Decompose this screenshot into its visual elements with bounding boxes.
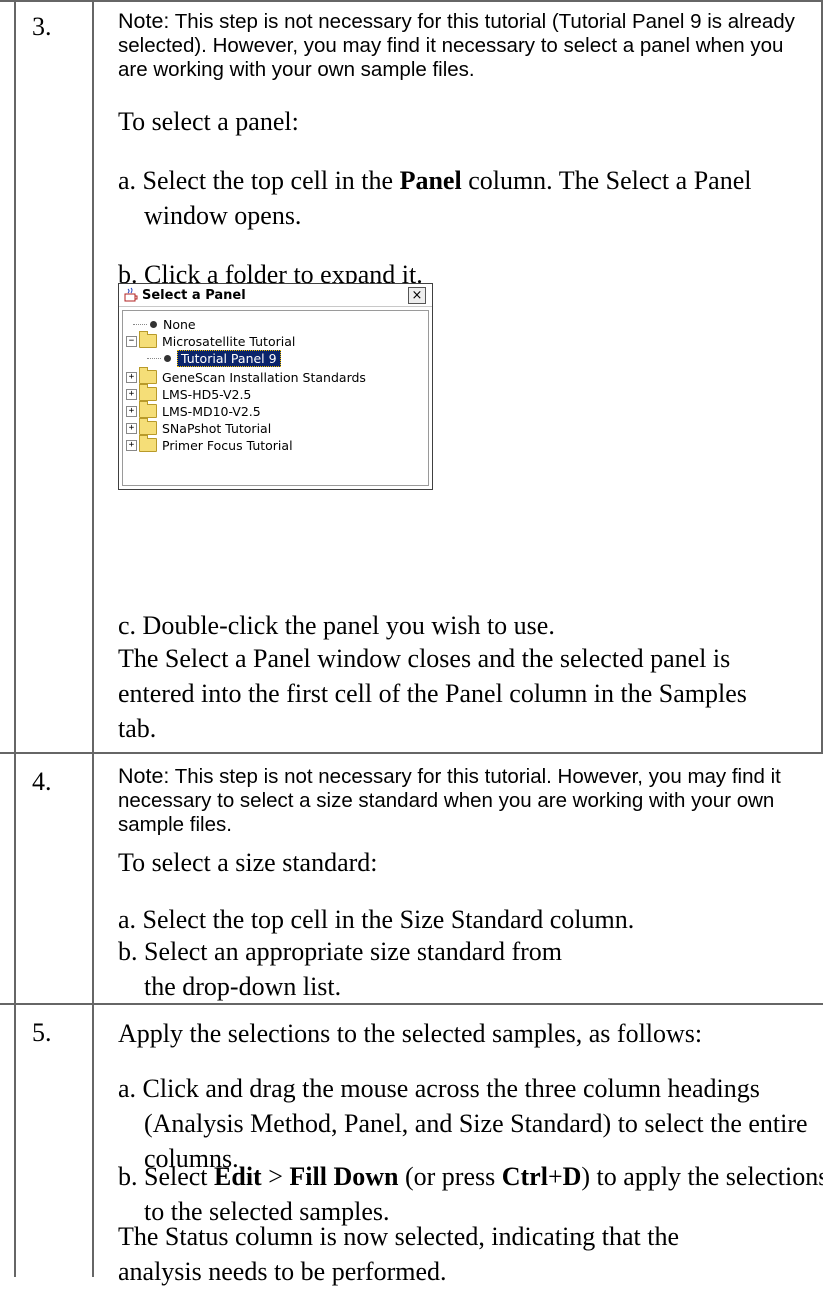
java-cup-icon: [124, 287, 138, 302]
row-divider-3-4: [0, 752, 823, 754]
selected-panel: Tutorial Panel 9: [177, 349, 281, 367]
panel-bold: Panel: [399, 166, 462, 195]
folder-icon: [139, 435, 157, 452]
select-panel-dialog: Select a Panel × None − Microsatellite T…: [118, 283, 433, 490]
open-folder-icon: [139, 331, 157, 348]
expand-icon[interactable]: +: [126, 371, 137, 383]
step-3-substep-c: c. Double-click the panel you wish to us…: [118, 611, 555, 640]
step-5-result: The Status column is now selected, indic…: [118, 1222, 680, 1286]
column-divider: [92, 0, 94, 1277]
note-text: This step is not necessary for this tuto…: [118, 765, 781, 836]
expand-icon[interactable]: +: [126, 422, 137, 434]
panel-dot-icon: [150, 320, 157, 328]
row-divider-top: [0, 0, 823, 2]
folder-icon: [139, 418, 157, 435]
step-4-substep-a: a. Select the top cell in the Size Stand…: [118, 905, 635, 934]
dialog-titlebar: Select a Panel: [119, 284, 432, 307]
step-5-intro: Apply the selections to the selected sam…: [118, 1019, 703, 1048]
panel-tree: None − Microsatellite Tutorial Tutorial …: [122, 310, 429, 486]
d-bold: D: [562, 1162, 582, 1191]
tree-item-tutorial-panel-9[interactable]: Tutorial Panel 9: [147, 349, 281, 367]
note-label: Note:: [118, 9, 170, 33]
fill-down-bold: Fill Down: [289, 1162, 399, 1191]
folder-icon: [139, 401, 157, 418]
close-icon[interactable]: ×: [408, 287, 426, 304]
note-label: Note:: [118, 764, 170, 788]
expand-icon[interactable]: +: [126, 439, 137, 451]
step-4-note: Note: This step is not necessary for thi…: [118, 764, 808, 837]
step-4-intro: To select a size standard:: [118, 848, 378, 877]
panel-dot-icon: [164, 354, 171, 362]
tree-item-genescan[interactable]: + GeneScan Installation Standards: [126, 367, 366, 386]
step-3-intro: To select a panel:: [118, 107, 299, 136]
expand-icon[interactable]: +: [126, 388, 137, 400]
note-text: This step is not necessary for this tuto…: [118, 10, 795, 81]
step-3-substep-a: a. Select the top cell in the Panel colu…: [118, 166, 752, 230]
step-5-number: 5.: [32, 1018, 52, 1047]
table-right-border: [821, 0, 823, 752]
tree-item-microsatellite[interactable]: − Microsatellite Tutorial: [126, 331, 295, 350]
expand-icon[interactable]: +: [126, 405, 137, 417]
ctrl-bold: Ctrl: [501, 1162, 548, 1191]
step-4-substep-b: b. Select an appropriate size standard f…: [118, 937, 562, 1001]
step-3-result: The Select a Panel window closes and the…: [118, 644, 747, 743]
edit-menu-bold: Edit: [214, 1162, 262, 1191]
folder-icon: [139, 384, 157, 401]
step-4-number: 4.: [32, 767, 52, 796]
tree-item-primer-focus[interactable]: + Primer Focus Tutorial: [126, 435, 293, 454]
folder-icon: [139, 367, 157, 384]
collapse-icon[interactable]: −: [126, 335, 137, 347]
dialog-title: Select a Panel: [142, 287, 246, 303]
step-3-note: Note: This step is not necessary for thi…: [118, 9, 808, 82]
table-left-border: [14, 0, 16, 1277]
step-3-number: 3.: [32, 12, 52, 41]
